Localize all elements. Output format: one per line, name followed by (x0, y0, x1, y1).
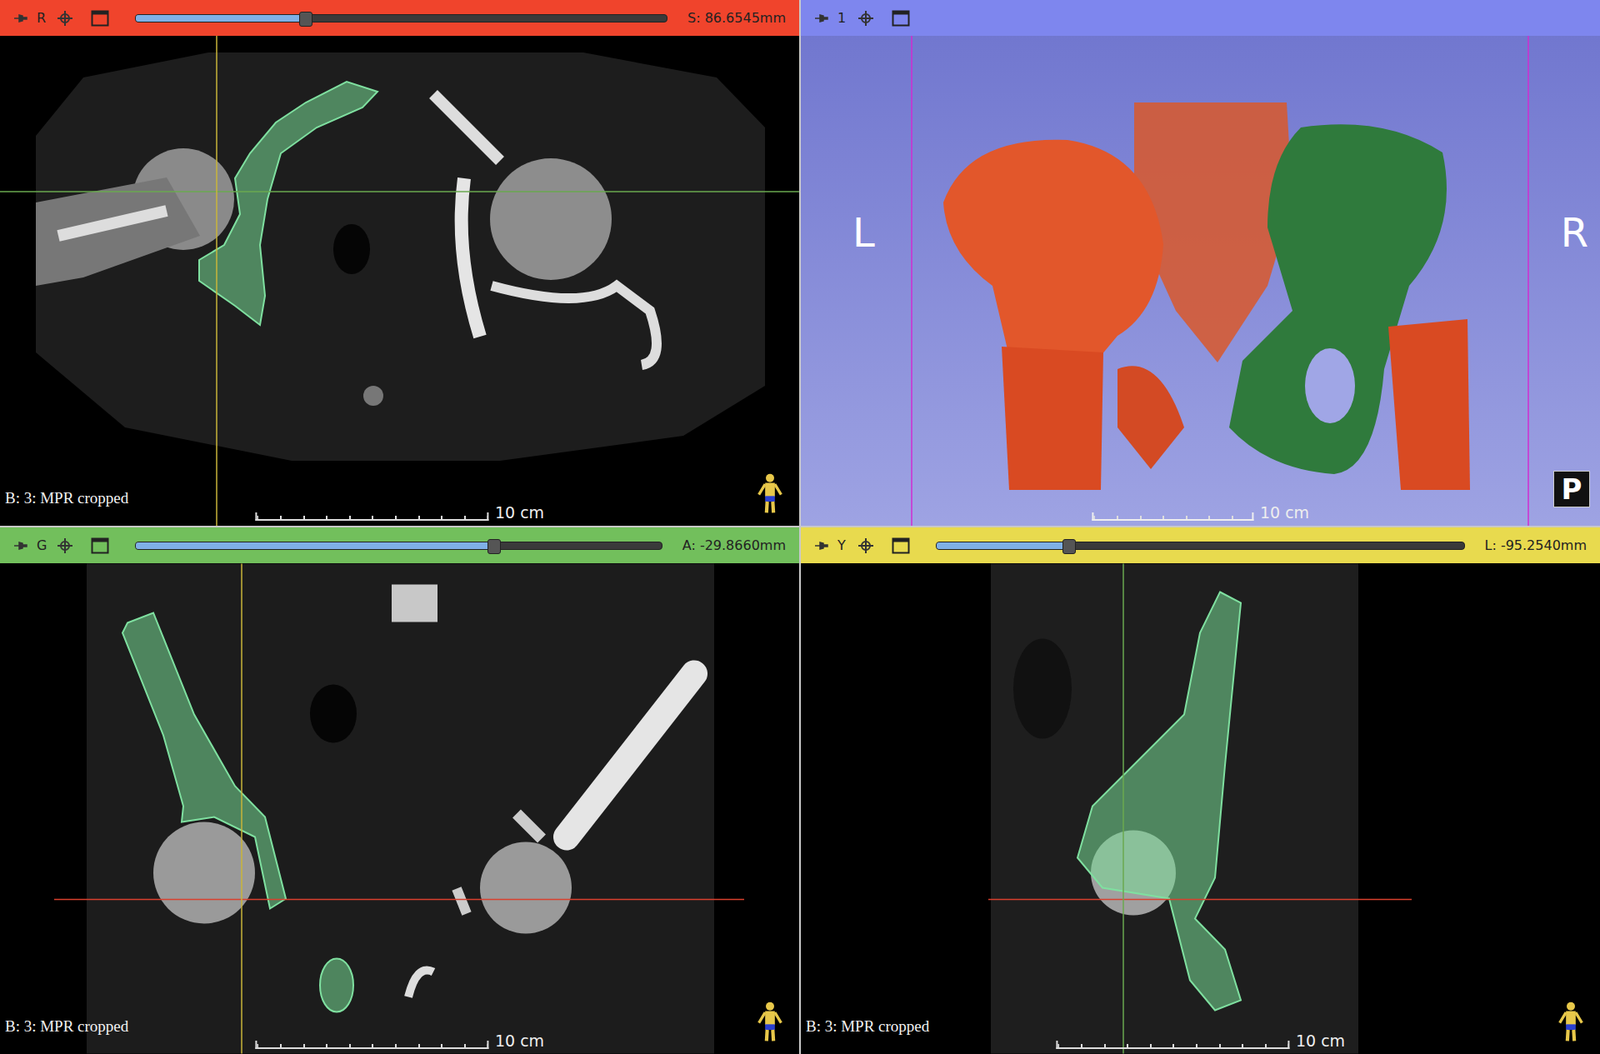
link-icon[interactable] (857, 537, 875, 555)
view-panel: 1 L R P 10 cm (800, 0, 1600, 526)
slider-fill (135, 15, 306, 22)
slider-track (135, 541, 663, 550)
slice-offset-slider[interactable] (135, 538, 663, 554)
ruler (255, 512, 489, 521)
corner-annotation: B: 3: MPR cropped (805, 1017, 930, 1036)
link-icon[interactable] (56, 537, 74, 555)
scale-bar: 10 cm (255, 505, 545, 521)
scale-bar: 10 cm (1055, 1033, 1345, 1050)
maximize-icon[interactable] (90, 537, 110, 555)
slider-track (135, 14, 668, 23)
slider-knob[interactable] (299, 11, 313, 27)
maximize-icon[interactable] (890, 537, 911, 555)
view-canvas[interactable]: B: 3: MPR cropped 10 cm (0, 35, 800, 526)
slider-fill (936, 542, 1069, 550)
view-label: Y (837, 537, 850, 554)
slice-offset-value: L: -95.2540mm (1485, 537, 1588, 554)
view-panel: R S: 86.6545mm B: 3: MPR cropped 10 cm (0, 0, 800, 526)
slider-knob[interactable] (487, 539, 501, 555)
coronal-slice-image (0, 563, 800, 1054)
slider-fill (135, 542, 494, 550)
slice-offset-slider[interactable] (935, 538, 1465, 554)
view-direction-label[interactable]: P (1553, 470, 1590, 508)
sagittal-slice-image (800, 563, 1600, 1054)
ruler (1091, 512, 1254, 521)
pin-icon[interactable] (11, 537, 29, 555)
slice-offset-value: A: -29.8660mm (682, 537, 786, 554)
view-label: R (36, 10, 49, 26)
pin-icon[interactable] (11, 10, 29, 27)
view-label: 1 (837, 10, 850, 26)
scale-label: 10 cm (495, 1033, 545, 1050)
pin-icon[interactable] (812, 537, 830, 555)
view-canvas[interactable]: B: 3: MPR cropped 10 cm (800, 563, 1600, 1054)
link-icon[interactable] (857, 10, 875, 27)
orientation-marker-icon (755, 472, 785, 515)
scale-bar: 10 cm (1091, 505, 1310, 521)
scale-label: 10 cm (495, 505, 545, 521)
link-icon[interactable] (56, 10, 74, 27)
slider-track (935, 541, 1465, 550)
view-label: G (36, 537, 49, 554)
pin-icon[interactable] (812, 10, 830, 27)
view-controller-bar: G A: -29.8660mm (0, 527, 800, 564)
slice-offset-slider[interactable] (135, 10, 668, 26)
slicer-layout: RS: 86.6545mmB: 3: MPR cropped10 cm1LRP1… (0, 0, 1600, 1054)
orientation-marker-icon (1556, 1000, 1585, 1043)
orientation-marker-icon (755, 1000, 785, 1043)
view-canvas[interactable]: L R P 10 cm (800, 35, 1600, 526)
maximize-icon[interactable] (90, 10, 110, 27)
scale-label: 10 cm (1260, 505, 1310, 521)
scale-label: 10 cm (1295, 1033, 1345, 1050)
ruler (255, 1040, 489, 1050)
slider-knob[interactable] (1062, 539, 1076, 555)
view-controller-bar: Y L: -95.2540mm (800, 527, 1600, 564)
scale-bar: 10 cm (255, 1033, 545, 1050)
view-panel: G A: -29.8660mm B: 3: MPR cropped 10 cm (0, 527, 800, 1054)
view-canvas[interactable]: B: 3: MPR cropped 10 cm (0, 563, 800, 1054)
view-panel: Y L: -95.2540mm B: 3: MPR cropped 10 cm (800, 527, 1600, 1054)
orientation-right-label: R (1560, 212, 1589, 253)
axial-slice-image (0, 35, 800, 526)
slice-offset-value: S: 86.6545mm (687, 10, 786, 26)
ruler (1055, 1040, 1290, 1050)
view-controller-bar: R S: 86.6545mm (0, 0, 800, 36)
orientation-left-label: L (852, 212, 875, 253)
view-controller-bar: 1 (800, 0, 1600, 36)
corner-annotation: B: 3: MPR cropped (5, 489, 129, 508)
maximize-icon[interactable] (890, 10, 911, 27)
pelvis-3d-render (800, 35, 1600, 526)
corner-annotation: B: 3: MPR cropped (5, 1017, 129, 1036)
